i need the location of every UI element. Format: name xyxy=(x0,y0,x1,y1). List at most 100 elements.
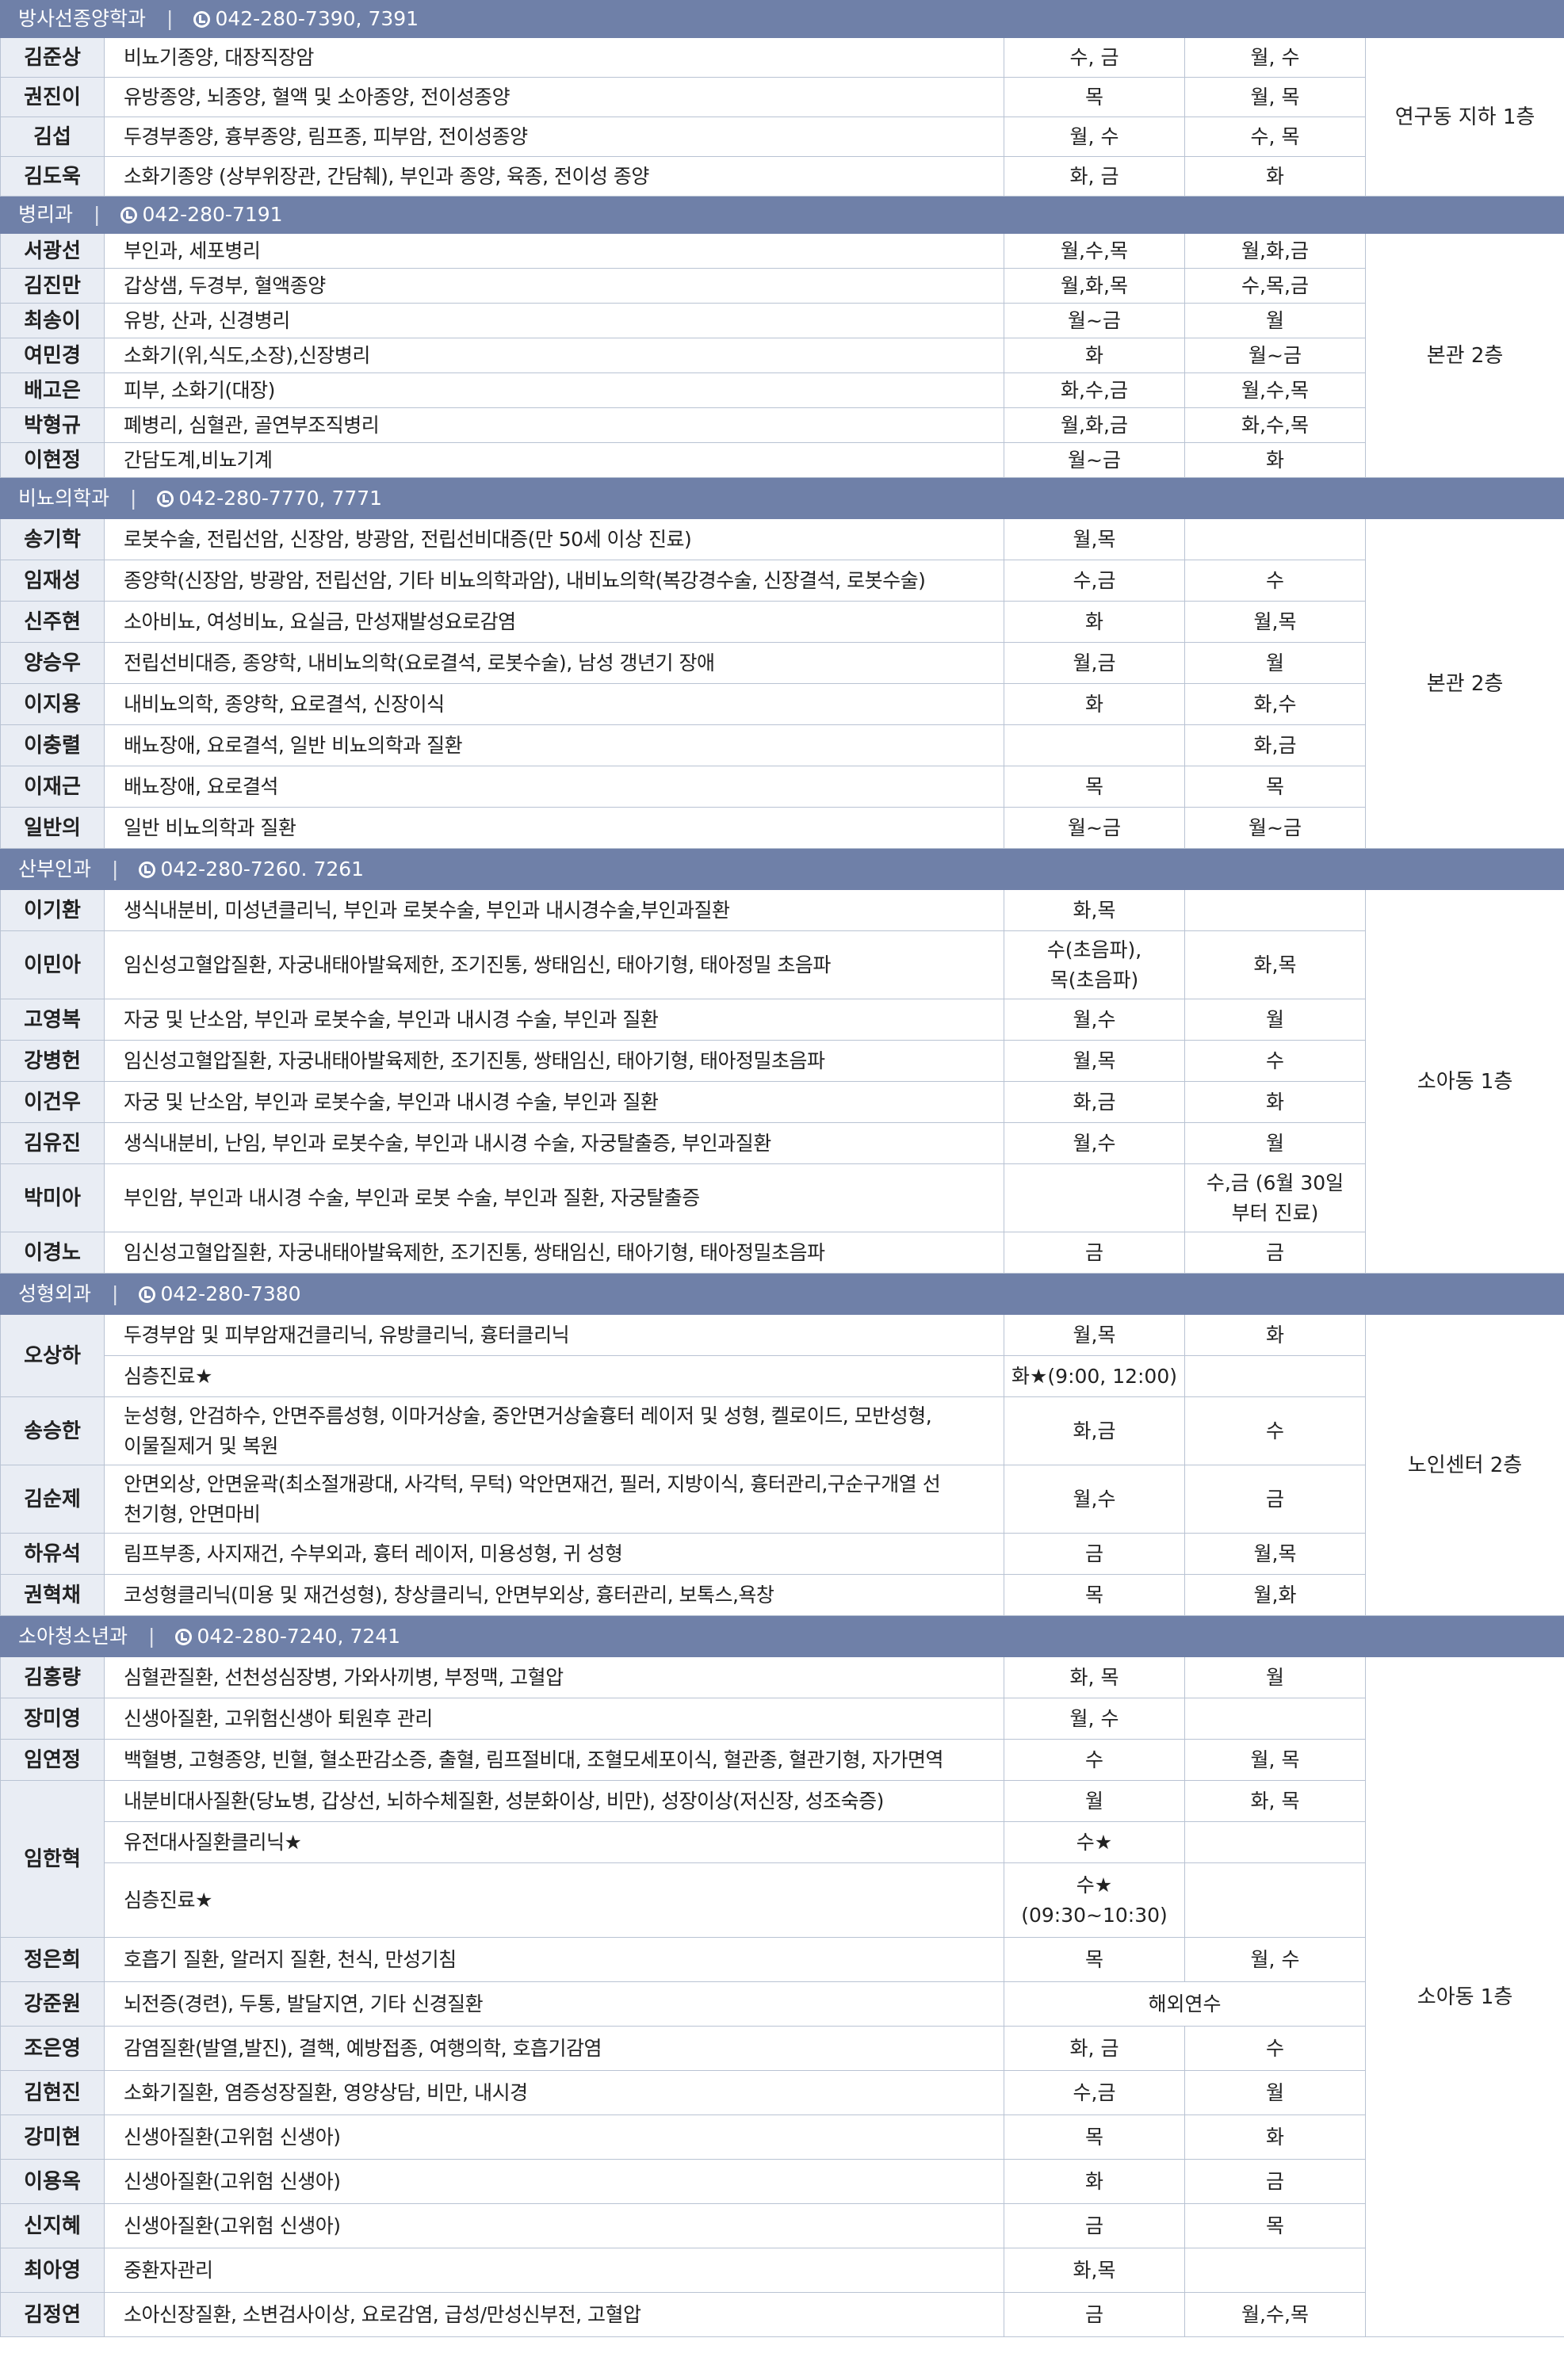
am-schedule: 월,목 xyxy=(1004,518,1185,560)
am-schedule: 월,수,목 xyxy=(1004,233,1185,269)
pm-schedule: 월~금 xyxy=(1184,807,1366,849)
doctor-name: 이건우 xyxy=(0,1081,105,1123)
doctor-row: 양승우 전립선비대증, 종양학, 내비뇨의학(요로결석, 로봇수술), 남성 갱년… xyxy=(0,642,1564,684)
doctor-name: 서광선 xyxy=(0,233,105,269)
doctor-row: 이경노 임신성고혈압질환, 자궁내태아발육제한, 조기진통, 쌍태임신, 태아기형… xyxy=(0,1232,1564,1274)
specialty: 배뇨장애, 요로결석, 일반 비뇨의학과 질환 xyxy=(104,724,1004,766)
pm-schedule: 월 xyxy=(1184,642,1366,684)
clinic-location: 소아동 1층 xyxy=(1364,1656,1564,2337)
doctor-name: 박형규 xyxy=(0,407,105,443)
doctor-row: 하유석 림프부종, 사지재건, 수부외과, 흉터 레이저, 미용성형, 귀 성형 금… xyxy=(0,1533,1564,1575)
pm-schedule: 화 xyxy=(1184,1314,1366,1356)
pm-schedule: 수,목,금 xyxy=(1184,268,1366,304)
doctor-name: 이재근 xyxy=(0,766,105,808)
doctor-row: 이기환 생식내분비, 미성년클리닉, 부인과 로봇수술, 부인과 내시경수술,부인… xyxy=(0,889,1564,1274)
section-header-cell: 성형외과 | 042-280-7380 xyxy=(0,1273,1564,1315)
specialty: 소화기(위,식도,소장),신장병리 xyxy=(104,338,1004,373)
am-schedule: 화, 금 xyxy=(1004,156,1185,197)
am-schedule: 금 xyxy=(1004,2292,1185,2337)
specialty: 소화기질환, 염증성장질환, 영양상담, 비만, 내시경 xyxy=(104,2070,1004,2115)
specialty: 갑상샘, 두경부, 혈액종양 xyxy=(104,268,1004,304)
specialty: 배뇨장애, 요로결석 xyxy=(104,766,1004,808)
department-name: 방사선종양학과 xyxy=(18,7,147,30)
specialty: 내분비대사질환(당뇨병, 갑상선, 뇌하수체질환, 성분화이상, 비만), 성장… xyxy=(104,1780,1004,1822)
clinic-location: 노인센터 2층 xyxy=(1364,1314,1564,1616)
specialty: 전립선비대증, 종양학, 내비뇨의학(요로결석, 로봇수술), 남성 갱년기 장… xyxy=(104,642,1004,684)
specialty: 감염질환(발열,발진), 결핵, 예방접종, 여행의학, 호흡기감염 xyxy=(104,2026,1004,2071)
doctor-row: 조은영 감염질환(발열,발진), 결핵, 예방접종, 여행의학, 호흡기감염 화, … xyxy=(0,2026,1564,2071)
doctor-name: 최송이 xyxy=(0,303,105,338)
am-schedule: 수 xyxy=(1004,1739,1185,1781)
am-schedule: 화, 목 xyxy=(1004,1656,1185,1698)
pm-schedule xyxy=(1184,1698,1366,1740)
department-name: 병리과 xyxy=(18,203,74,226)
specialty: 신생아질환(고위험 신생아) xyxy=(104,2114,1004,2160)
department-phone: 042-280-7380 xyxy=(160,1282,301,1305)
doctor-row: 김현진 소화기질환, 염증성장질환, 영양상담, 비만, 내시경 수,금 월 xyxy=(0,2070,1564,2115)
doctor-row: 신주현 소아비뇨, 여성비뇨, 요실금, 만성재발성요로감염 화 월,목 xyxy=(0,601,1564,643)
pm-schedule: 월 xyxy=(1184,1656,1366,1698)
pm-schedule: 월 xyxy=(1184,1122,1366,1164)
specialty: 코성형클리닉(미용 및 재건성형), 창상클리닉, 안면부외상, 흉터관리, 보… xyxy=(104,1574,1004,1616)
department-phone: 042-280-7191 xyxy=(142,203,283,226)
specialty: 생식내분비, 미성년클리닉, 부인과 로봇수술, 부인과 내시경수술,부인과질환 xyxy=(104,889,1004,931)
section-header-cell: 병리과 | 042-280-7191 xyxy=(0,196,1564,234)
doctor-name: 양승우 xyxy=(0,642,105,684)
doctor-name: 권진이 xyxy=(0,77,105,117)
doctor-name: 김도욱 xyxy=(0,156,105,197)
section-header: 방사선종양학과 | 042-280-7390, 7391 xyxy=(0,0,1564,38)
doctor-row: 이건우 자궁 및 난소암, 부인과 로봇수술, 부인과 내시경 수술, 부인과 질… xyxy=(0,1081,1564,1123)
pm-schedule: 월,수,목 xyxy=(1184,2292,1366,2337)
clinic-location: 소아동 1층 xyxy=(1364,889,1564,1274)
phone-icon xyxy=(175,1628,193,1645)
am-schedule: 월,금 xyxy=(1004,642,1185,684)
doctor-row: 김섭 두경부종양, 흉부종양, 림프종, 피부암, 전이성종양 월, 수 수, 목 xyxy=(0,117,1564,157)
doctor-row: 강병헌 임신성고혈압질환, 자궁내태아발육제한, 조기진통, 쌍태임신, 태아기형… xyxy=(0,1040,1564,1082)
doctor-row: 박미아 부인암, 부인과 내시경 수술, 부인과 로봇 수술, 부인과 질환, 자… xyxy=(0,1163,1564,1232)
pm-schedule: 월~금 xyxy=(1184,338,1366,373)
pm-schedule: 월, 목 xyxy=(1184,1739,1366,1781)
specialty: 부인과, 세포병리 xyxy=(104,233,1004,269)
department-phone: 042-280-7240, 7241 xyxy=(197,1624,401,1648)
am-schedule: 목 xyxy=(1004,766,1185,808)
specialty: 두경부암 및 피부암재건클리닉, 유방클리닉, 흉터클리닉 xyxy=(104,1314,1004,1356)
pm-schedule: 월 xyxy=(1184,2070,1366,2115)
am-schedule: 수,금 xyxy=(1004,2070,1185,2115)
schedule-body: 방사선종양학과 | 042-280-7390, 7391 김준상 비뇨기종양, 대장직장… xyxy=(0,0,1564,2337)
specialty: 뇌전증(경련), 두통, 발달지연, 기타 신경질환 xyxy=(104,1981,1004,2027)
am-schedule: 화 xyxy=(1004,2159,1185,2204)
am-schedule: 화, 금 xyxy=(1004,2026,1185,2071)
doctor-row: 김진만 갑상샘, 두경부, 혈액종양 월,화,목 수,목,금 xyxy=(0,268,1564,304)
pm-schedule: 목 xyxy=(1184,766,1366,808)
doctor-name: 신지혜 xyxy=(0,2203,105,2248)
doctor-row: 유전대사질환클리닉★ 수★ xyxy=(1,1821,1564,1863)
doctor-row: 최아영 중환자관리 화,목 xyxy=(0,2248,1564,2293)
header-separator: | xyxy=(94,203,101,226)
doctor-row: 이민아 임신성고혈압질환, 자궁내태아발육제한, 조기진통, 쌍태임신, 태아기형… xyxy=(0,930,1564,999)
pm-schedule: 월,목 xyxy=(1184,601,1366,643)
doctor-row: 김홍량 심혈관질환, 선천성심장병, 가와사끼병, 부정맥, 고혈압 화, 목 월 소아… xyxy=(0,1656,1564,2337)
doctor-name: 하유석 xyxy=(0,1533,105,1575)
am-schedule: 수★ xyxy=(1004,1821,1185,1863)
doctor-name: 송기학 xyxy=(0,518,105,560)
am-schedule: 금 xyxy=(1004,1533,1185,1575)
doctor-row: 김준상 비뇨기종양, 대장직장암 수, 금 월, 수 연구동 지하 1층 xyxy=(0,37,1564,197)
phone-icon xyxy=(139,861,156,878)
specialty: 자궁 및 난소암, 부인과 로봇수술, 부인과 내시경 수술, 부인과 질환 xyxy=(104,1081,1004,1123)
am-schedule: 수, 금 xyxy=(1004,37,1185,78)
pm-schedule: 화,목 xyxy=(1184,930,1366,999)
pm-schedule: 화 xyxy=(1184,442,1366,478)
am-schedule: 월, 수 xyxy=(1004,1698,1185,1740)
pm-schedule: 목 xyxy=(1184,2203,1366,2248)
specialty: 두경부종양, 흉부종양, 림프종, 피부암, 전이성종양 xyxy=(104,117,1004,157)
doctor-row: 신지혜 신생아질환(고위험 신생아) 금 목 xyxy=(0,2203,1564,2248)
doctor-row: 김순제 안면외상, 안면윤곽(최소절개광대, 사각턱, 무턱) 악안면재건, 필러… xyxy=(0,1465,1564,1534)
pm-schedule xyxy=(1184,2248,1366,2293)
specialty: 신생아질환, 고위험신생아 퇴원후 관리 xyxy=(104,1698,1004,1740)
doctor-row: 송기학 로봇수술, 전립선암, 신장암, 방광암, 전립선비대증(만 50세 이상… xyxy=(0,518,1564,849)
am-schedule: 화,금 xyxy=(1004,1081,1185,1123)
am-schedule: 화 xyxy=(1004,683,1185,725)
doctor-name: 김준상 xyxy=(0,37,105,78)
doctor-row: 박형규 폐병리, 심혈관, 골연부조직병리 월,화,금 화,수,목 xyxy=(0,407,1564,443)
department-name: 비뇨의학과 xyxy=(18,486,110,510)
